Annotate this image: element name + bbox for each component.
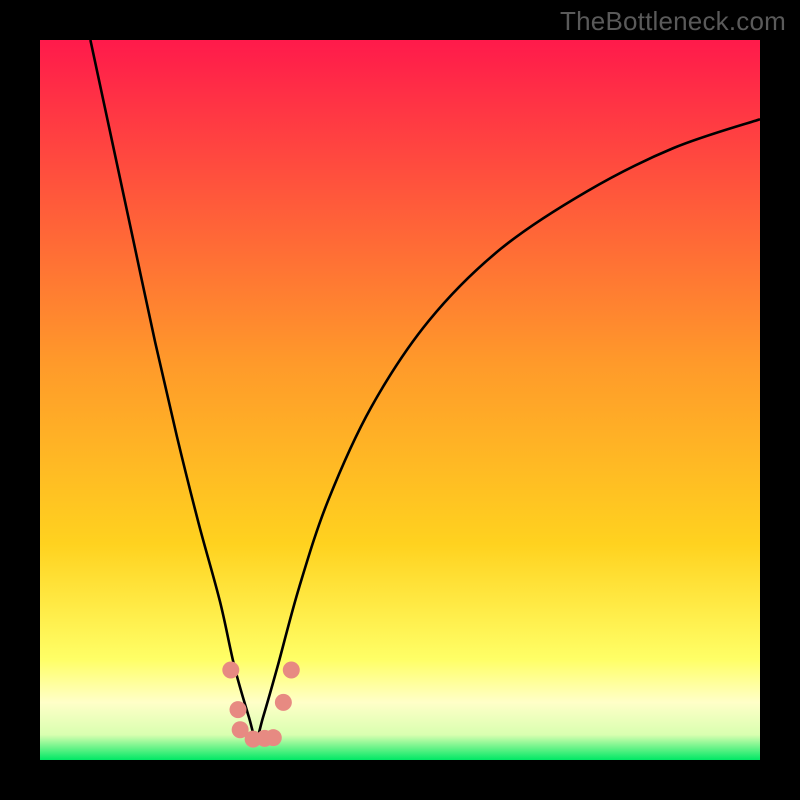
data-point <box>283 662 300 679</box>
gradient-background <box>40 40 760 760</box>
data-point <box>275 694 292 711</box>
data-point <box>222 662 239 679</box>
data-point <box>265 729 282 746</box>
watermark-text: TheBottleneck.com <box>560 6 786 37</box>
data-point <box>230 701 247 718</box>
chart-frame: TheBottleneck.com <box>0 0 800 800</box>
bottleneck-chart <box>40 40 760 760</box>
